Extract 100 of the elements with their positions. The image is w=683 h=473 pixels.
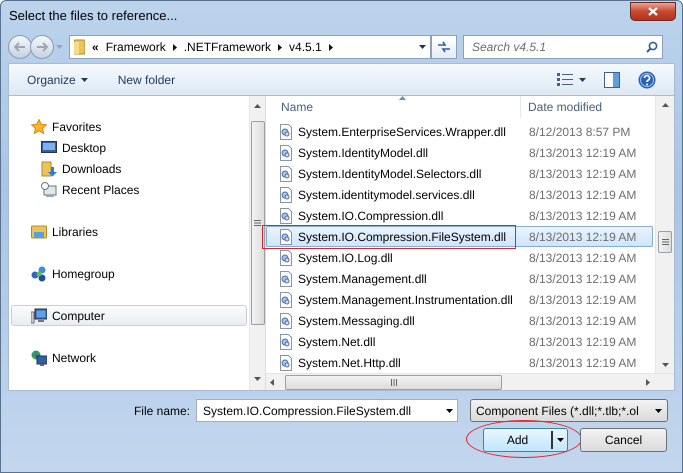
dll-file-icon: [280, 228, 292, 244]
nav-item[interactable]: Recent Places: [11, 179, 247, 200]
file-row[interactable]: System.IdentityModel.Selectors.dll 8/13/2013 12:19 AM: [266, 163, 653, 184]
grip-icon: [254, 220, 261, 226]
dll-file-icon: [280, 354, 292, 370]
refresh-button[interactable]: [431, 35, 457, 59]
list-view-icon: [557, 73, 573, 86]
file-date: 8/13/2013 12:19 AM: [528, 334, 636, 350]
file-row[interactable]: System.IO.Log.dll 8/13/2013 12:19 AM: [266, 247, 653, 268]
file-date: 8/13/2013 12:19 AM: [528, 292, 636, 308]
chevron-icon: [172, 44, 177, 50]
download-folder-icon: [41, 160, 57, 176]
file-name: System.IO.Compression.FileSystem.dll: [298, 228, 506, 246]
search-icon: [646, 41, 658, 53]
dll-file-icon: [280, 292, 292, 308]
help-icon[interactable]: [638, 70, 656, 88]
close-button[interactable]: [630, 2, 676, 20]
nav-item[interactable]: Downloads: [11, 158, 247, 179]
chevron-icon: [328, 44, 333, 50]
up-arrow-icon: [662, 103, 668, 107]
cancel-button[interactable]: Cancel: [580, 428, 667, 452]
chevron-icon: [278, 44, 282, 50]
file-row[interactable]: System.IO.Compression.dll 8/13/2013 12:19 AM: [266, 205, 653, 226]
breadcrumb[interactable]: Framework: [106, 38, 166, 56]
caret-icon: [419, 45, 426, 49]
caret-icon: [80, 78, 88, 82]
scrollbar[interactable]: [266, 373, 674, 390]
file-date: 8/13/2013 12:19 AM: [528, 208, 636, 224]
breadcrumb[interactable]: .NETFramework: [184, 38, 272, 56]
column-header[interactable]: Date modified: [521, 98, 602, 116]
organize-menu[interactable]: Organize: [27, 68, 88, 90]
scrollbar-thumb[interactable]: [658, 231, 672, 253]
nav-item[interactable]: Libraries: [11, 221, 247, 242]
scrollbar[interactable]: [249, 96, 265, 390]
search-box[interactable]: Search v4.5.1: [463, 35, 663, 59]
dll-file-icon: [280, 144, 292, 160]
forward-button[interactable]: [30, 35, 54, 59]
file-date: 8/13/2013 12:19 AM: [528, 186, 636, 204]
scrollbar-thumb[interactable]: [250, 121, 264, 325]
file-row[interactable]: System.Management.Instrumentation.dll 8/13/2013 12:19 AM: [266, 289, 653, 310]
monitor-icon: [41, 140, 57, 156]
nav-item[interactable]: Desktop: [11, 137, 247, 158]
file-row[interactable]: System.identitymodel.services.dll 8/13/2013 12:19 AM: [266, 184, 653, 205]
file-date: 8/13/2013 12:19 AM: [528, 228, 636, 246]
window-title: Select the files to reference...: [9, 7, 178, 26]
file-row[interactable]: System.IdentityModel.dll 8/13/2013 12:19 AM: [266, 142, 653, 163]
up-arrow-icon: [254, 104, 261, 108]
file-name: System.EnterpriseServices.Wrapper.dll: [298, 124, 506, 140]
file-date: 8/13/2013 12:19 AM: [528, 312, 636, 330]
dll-file-icon: [280, 312, 292, 328]
toolbar-button[interactable]: New folder: [118, 68, 176, 90]
dll-file-icon: [280, 250, 292, 266]
file-type-dropdown[interactable]: Component Files (*.dll;*.tlb;*.ol: [470, 399, 668, 422]
file-date: 8/13/2013 12:19 AM: [528, 144, 636, 162]
field-label: File name:: [134, 402, 190, 420]
grip-icon: [390, 378, 396, 386]
back-button[interactable]: [8, 35, 32, 59]
file-date: 8/13/2013 12:19 AM: [528, 250, 636, 266]
address-bar[interactable]: « Framework .NETFramework v4.5.1: [69, 35, 431, 59]
nav-item[interactable]: Computer: [11, 305, 247, 326]
nav-item[interactable]: Homegroup: [11, 263, 247, 284]
dll-file-icon: [280, 270, 292, 286]
file-name: System.IdentityModel.dll: [298, 144, 428, 162]
scrollbar-thumb[interactable]: [285, 374, 502, 390]
file-date: 8/13/2013 12:19 AM: [528, 166, 636, 182]
balls-icon: [31, 266, 47, 282]
file-name: System.Management.Instrumentation.dll: [298, 292, 513, 308]
caret-icon: [556, 438, 564, 442]
file-name: System.Net.Http.dll: [298, 354, 401, 372]
preview-pane-icon[interactable]: [604, 72, 620, 88]
scrollbar[interactable]: [655, 96, 674, 373]
file-row[interactable]: System.Net.dll 8/13/2013 12:19 AM: [266, 331, 653, 352]
add-button[interactable]: Add: [483, 428, 568, 452]
dll-file-icon: [280, 166, 292, 182]
refresh-icon: [437, 41, 451, 53]
caret-icon: [56, 45, 63, 49]
down-arrow-icon: [662, 363, 668, 367]
back-arrow-icon: [14, 42, 26, 52]
forward-arrow-icon: [36, 42, 48, 52]
file-name: System.Net.dll: [298, 334, 376, 350]
grip-icon: [662, 239, 668, 245]
file-date: 8/13/2013 12:19 AM: [528, 270, 636, 288]
caret-icon: [446, 408, 453, 412]
down-arrow-icon: [254, 377, 261, 381]
file-name-box[interactable]: System.IO.Compression.FileSystem.dll: [196, 399, 458, 422]
file-row[interactable]: System.Messaging.dll 8/13/2013 12:19 AM: [266, 310, 653, 331]
globe-monitor-icon: [31, 350, 47, 366]
view-menu[interactable]: [557, 73, 586, 86]
close-icon: [648, 6, 658, 16]
caret-icon: [579, 78, 586, 82]
computer-icon: [31, 308, 47, 324]
file-row[interactable]: System.Net.Http.dll 8/13/2013 12:19 AM: [266, 352, 653, 373]
breadcrumb[interactable]: v4.5.1: [289, 38, 322, 56]
history-dropdown[interactable]: [56, 45, 63, 49]
file-row[interactable]: System.EnterpriseServices.Wrapper.dll 8/12/2013 8:57 PM: [266, 121, 653, 142]
path-overflow[interactable]: «: [92, 38, 99, 56]
folder-icon: [74, 39, 85, 55]
nav-item[interactable]: Favorites: [11, 116, 247, 137]
nav-item[interactable]: Network: [11, 347, 247, 368]
file-row[interactable]: System.Management.dll 8/13/2013 12:19 AM: [266, 268, 653, 289]
